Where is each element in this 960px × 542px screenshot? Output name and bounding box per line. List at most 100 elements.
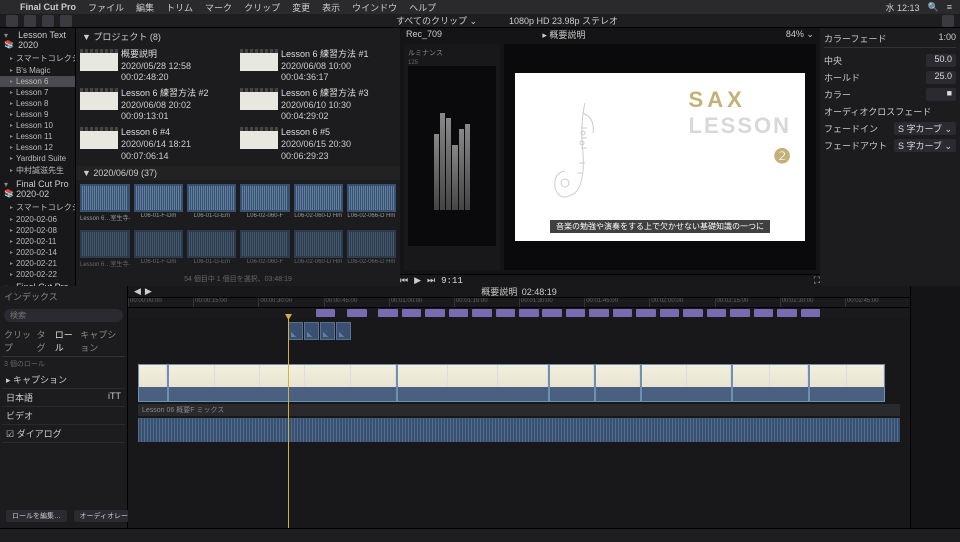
audio-clip[interactable]: L06-01-F-Dm bbox=[134, 230, 183, 268]
chapter-marker[interactable] bbox=[347, 309, 367, 317]
audio-clip[interactable]: Lesson 6…室生寺-3 bbox=[80, 184, 130, 222]
index-row[interactable]: ▸ キャプション bbox=[2, 371, 125, 389]
title-clip[interactable] bbox=[336, 322, 351, 340]
chapter-marker[interactable] bbox=[777, 309, 797, 317]
chapter-marker[interactable] bbox=[613, 309, 633, 317]
sidebar-item[interactable]: ▸Lesson 8 bbox=[0, 98, 75, 109]
scope-type[interactable]: ルミナンス bbox=[408, 48, 496, 58]
tab-tags[interactable]: タグ bbox=[37, 328, 51, 354]
menu-file[interactable]: ファイル bbox=[88, 1, 124, 14]
sidebar-item[interactable]: ▸Lesson 12 bbox=[0, 142, 75, 153]
audio-clip[interactable]: Lesson 6…室生寺-3 bbox=[80, 230, 130, 268]
chapter-marker[interactable] bbox=[730, 309, 750, 317]
chapter-marker[interactable] bbox=[754, 309, 774, 317]
audio-clip[interactable]: L06-01-G-Em bbox=[187, 230, 236, 268]
menu-view[interactable]: 表示 bbox=[322, 1, 340, 14]
prev-edit-icon[interactable]: ⏮ bbox=[400, 275, 408, 286]
connected-audio-label[interactable]: Lesson 06 概要F ミックス bbox=[138, 404, 900, 416]
chapter-marker[interactable] bbox=[566, 309, 586, 317]
control-center-icon[interactable]: ≡ bbox=[947, 2, 952, 12]
sidebar-item[interactable]: ▸2020-02-14 bbox=[0, 247, 75, 258]
project-clip[interactable]: Lesson 6 練習方法 #32020/06/10 10:3000:04:29… bbox=[240, 88, 396, 123]
chapter-marker[interactable] bbox=[542, 309, 562, 317]
library-icon[interactable] bbox=[6, 15, 18, 27]
chapter-marker[interactable] bbox=[425, 309, 445, 317]
chapter-marker[interactable] bbox=[589, 309, 609, 317]
index-row[interactable]: ☑ ダイアログ bbox=[2, 425, 125, 443]
chapter-marker[interactable] bbox=[402, 309, 422, 317]
sidebar-item[interactable]: ▸Lesson 6 bbox=[0, 76, 75, 87]
audio-clip[interactable]: L06-02-066-D Hm bbox=[347, 230, 396, 268]
audio-clip[interactable]: L06-02-060-D Hm bbox=[294, 230, 343, 268]
title-clip[interactable] bbox=[304, 322, 319, 340]
titles-icon[interactable] bbox=[42, 15, 54, 27]
project-clip[interactable]: Lesson 6 練習方法 #22020/06/08 20:0200:09:13… bbox=[80, 88, 236, 123]
next-edit-icon[interactable]: ⏭ bbox=[427, 275, 435, 286]
index-search-input[interactable] bbox=[4, 309, 123, 322]
chapter-marker[interactable] bbox=[496, 309, 516, 317]
clip-filter[interactable]: すべてのクリップ ⌄ bbox=[396, 14, 477, 27]
sidebar-item[interactable]: ▸2020-02-08 bbox=[0, 225, 75, 236]
sidebar-item[interactable]: ▸Lesson 11 bbox=[0, 131, 75, 142]
play-icon[interactable]: ▶ bbox=[414, 275, 421, 286]
inspector-row[interactable]: フェードアウトS 字カーブ ⌄ bbox=[824, 137, 956, 154]
marker-lane[interactable] bbox=[128, 308, 910, 318]
playhead[interactable] bbox=[288, 318, 289, 528]
sidebar-item[interactable]: ▸Yardbird Suite bbox=[0, 153, 75, 164]
inspector-row[interactable]: オーディオクロスフェード bbox=[824, 103, 956, 120]
tab-roles[interactable]: ロール bbox=[55, 328, 76, 354]
browser-date-header[interactable]: ▼ 2020/06/09 (37) bbox=[82, 168, 157, 178]
generators-icon[interactable] bbox=[60, 15, 72, 27]
chapter-marker[interactable] bbox=[801, 309, 821, 317]
chapter-marker[interactable] bbox=[636, 309, 656, 317]
inspector-row[interactable]: 中央50.0 bbox=[824, 52, 956, 69]
inspector-row[interactable]: カラー■ bbox=[824, 86, 956, 103]
chapter-marker[interactable] bbox=[378, 309, 398, 317]
project-clip[interactable]: Lesson 6 練習方法 #12020/06/08 10:0000:04:36… bbox=[240, 49, 396, 84]
menu-window[interactable]: ウインドウ bbox=[352, 1, 397, 14]
menu-trim[interactable]: トリム bbox=[166, 1, 193, 14]
project-clip[interactable]: 概要説明2020/05/28 12:5800:02:48:20 bbox=[80, 49, 236, 84]
timeline-fwd-icon[interactable]: ▶ bbox=[145, 286, 152, 297]
audio-clip[interactable]: L06-01-F-Dm bbox=[134, 184, 183, 222]
sidebar-item[interactable]: ▸B's Magic bbox=[0, 65, 75, 76]
sidebar-item[interactable]: ▸スマートコレクション bbox=[0, 52, 75, 65]
sidebar-item[interactable]: ▸2020-02-21 bbox=[0, 258, 75, 269]
menu-clip[interactable]: クリップ bbox=[244, 1, 280, 14]
audio-clip[interactable]: L06-02-060-F bbox=[240, 184, 289, 222]
menu-edit[interactable]: 編集 bbox=[136, 1, 154, 14]
tab-clips[interactable]: クリップ bbox=[4, 328, 33, 354]
search-icon[interactable]: 🔍 bbox=[928, 2, 939, 13]
menu-help[interactable]: ヘルプ bbox=[409, 1, 436, 14]
zoom-dropdown[interactable]: 84% ⌄ bbox=[786, 29, 814, 40]
sidebar-item[interactable]: ▸Lesson 9 bbox=[0, 109, 75, 120]
sidebar-item[interactable]: ▸スマートコレクション bbox=[0, 201, 75, 214]
title-clip[interactable] bbox=[320, 322, 335, 340]
timeline-back-icon[interactable]: ◀ bbox=[134, 286, 141, 297]
sidebar-item[interactable]: ▸中村誠滋先生 bbox=[0, 164, 75, 177]
index-row[interactable]: 日本語iTT bbox=[2, 389, 125, 407]
chapter-marker[interactable] bbox=[316, 309, 336, 317]
audio-clip[interactable]: L06-02-060-D Hm bbox=[294, 184, 343, 222]
chapter-marker[interactable] bbox=[660, 309, 680, 317]
title-clip[interactable] bbox=[288, 322, 303, 340]
library-2[interactable]: ▾ 📚 Final Cut Pro 2020-02 bbox=[0, 177, 75, 201]
timeline-ruler[interactable]: 00:00:00:0000:00:15:0000:00:30:0000:00:4… bbox=[128, 298, 910, 308]
project-clip[interactable]: Lesson 6 #52020/06/15 20:3000:06:29:23 bbox=[240, 127, 396, 162]
project-clip[interactable]: Lesson 6 #42020/06/14 18:2100:07:06:14 bbox=[80, 127, 236, 162]
preview-canvas[interactable]: SAX LESSON ❷ 音楽の勉強や演奏をする上で欠かせない基礎知識の一つに bbox=[504, 44, 816, 270]
audio-clip[interactable]: L06-02-060-F bbox=[240, 230, 289, 268]
edit-roles-button[interactable]: ロールを編集… bbox=[6, 510, 67, 522]
audio-clip[interactable]: L06-02-066-D Hm bbox=[347, 184, 396, 222]
chapter-marker[interactable] bbox=[519, 309, 539, 317]
timeline[interactable]: ◀▶ 概要説明 02:48:19 00:00:00:0000:00:15:000… bbox=[128, 286, 910, 528]
timecode[interactable]: 9:11 bbox=[441, 276, 463, 286]
chapter-marker[interactable] bbox=[707, 309, 727, 317]
chapter-marker[interactable] bbox=[472, 309, 492, 317]
library-1[interactable]: ▾ 📚 Lesson Text 2020 bbox=[0, 28, 75, 52]
sidebar-item[interactable]: ▸2020-02-11 bbox=[0, 236, 75, 247]
audio-clip[interactable]: L06-01-G-Em bbox=[187, 184, 236, 222]
sidebar-item[interactable]: ▸2020-02-22 bbox=[0, 269, 75, 280]
chapter-marker[interactable] bbox=[683, 309, 703, 317]
sidebar-item[interactable]: ▸Lesson 10 bbox=[0, 120, 75, 131]
